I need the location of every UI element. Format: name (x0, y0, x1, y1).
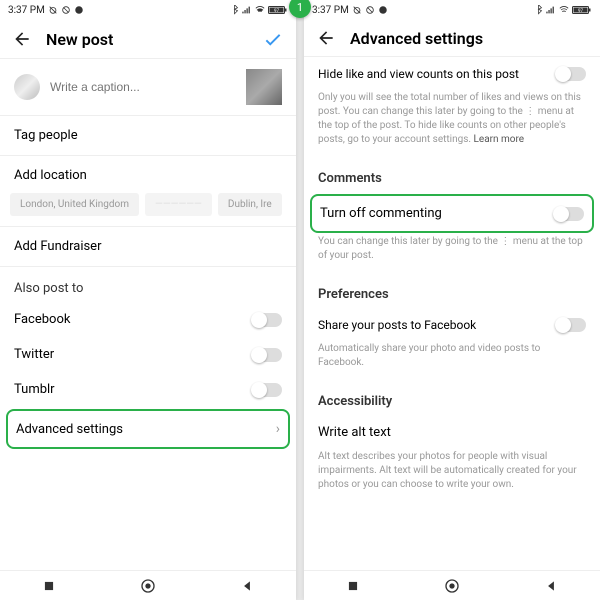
signal-icon (241, 5, 252, 15)
facebook-row: Facebook (0, 302, 296, 337)
tumblr-row: Tumblr (0, 372, 296, 407)
nav-back-icon[interactable] (240, 579, 254, 593)
nav-back-icon[interactable] (544, 579, 558, 593)
share-facebook-row: Share your posts to Facebook (304, 308, 600, 342)
page-title: New post (46, 30, 248, 49)
back-arrow-icon[interactable] (316, 28, 336, 48)
write-alt-text-row[interactable]: Write alt text (304, 415, 600, 450)
hide-counts-label: Hide like and view counts on this post (318, 67, 527, 81)
turn-off-commenting-row: Turn off commenting (310, 194, 594, 233)
status-bar: 3:37 PM 97 (0, 0, 296, 20)
tag-people-row[interactable]: Tag people (0, 116, 296, 156)
location-chip[interactable]: London, United Kingdom (10, 193, 139, 216)
post-thumbnail[interactable] (246, 69, 282, 105)
confirm-check-icon[interactable] (262, 28, 284, 50)
status-bar: 3:37 PM 97 (304, 0, 600, 20)
facebook-toggle[interactable] (252, 313, 282, 327)
page-title: Advanced settings (350, 29, 588, 48)
add-fundraiser-label: Add Fundraiser (14, 239, 101, 254)
phone-right: 3:37 PM 97 Advanced settings Hide like a… (304, 0, 600, 600)
hide-counts-toggle[interactable] (556, 67, 586, 81)
phone-left: 3:37 PM 97 New post Tag people (0, 0, 296, 600)
share-facebook-toggle[interactable] (556, 318, 586, 332)
spotify-icon (74, 5, 84, 15)
hide-counts-description: Only you will see the total number of li… (304, 91, 600, 157)
header: New post (0, 20, 296, 59)
caption-input[interactable] (50, 80, 236, 94)
dnd-icon (61, 5, 71, 15)
alarm-off-icon (48, 5, 58, 15)
add-location-label: Add location (14, 168, 87, 183)
tumblr-toggle[interactable] (252, 383, 282, 397)
advanced-settings-row[interactable]: Advanced settings › (6, 409, 290, 449)
share-facebook-description: Automatically share your photo and video… (304, 342, 600, 380)
comments-heading: Comments (304, 157, 600, 192)
chevron-right-icon: › (276, 421, 280, 437)
preferences-heading: Preferences (304, 273, 600, 308)
signal-icon (545, 5, 556, 15)
location-suggestions: London, United Kingdom —————— Dublin, Ir… (0, 187, 296, 227)
status-time: 3:37 PM (312, 5, 349, 16)
caption-row (0, 59, 296, 116)
spotify-icon (378, 5, 388, 15)
tumblr-label: Tumblr (14, 382, 55, 397)
tag-people-label: Tag people (14, 128, 78, 143)
nav-home-icon[interactable] (444, 578, 460, 594)
wifi-icon (558, 5, 570, 15)
battery-icon: 97 (268, 5, 288, 15)
nav-bar (0, 570, 296, 600)
add-fundraiser-row[interactable]: Add Fundraiser (0, 227, 296, 267)
nav-home-icon[interactable] (140, 578, 156, 594)
nav-recent-icon[interactable] (42, 579, 56, 593)
location-chip[interactable]: —————— (145, 193, 212, 216)
twitter-label: Twitter (14, 347, 54, 362)
add-location-row[interactable]: Add location (0, 156, 296, 187)
share-facebook-label: Share your posts to Facebook (318, 318, 476, 332)
location-chip[interactable]: Dublin, Ire (218, 193, 282, 216)
dnd-icon (365, 5, 375, 15)
nav-recent-icon[interactable] (346, 579, 360, 593)
turn-off-commenting-toggle[interactable] (554, 207, 584, 221)
twitter-toggle[interactable] (252, 348, 282, 362)
nav-bar (304, 570, 600, 600)
write-alt-text-label: Write alt text (318, 425, 391, 440)
back-arrow-icon[interactable] (12, 29, 32, 49)
bluetooth-icon (230, 5, 239, 15)
turn-off-commenting-label: Turn off commenting (320, 206, 442, 221)
facebook-label: Facebook (14, 312, 70, 327)
svg-text:97: 97 (578, 8, 584, 14)
hide-counts-row: Hide like and view counts on this post (304, 57, 600, 91)
advanced-settings-label: Advanced settings (16, 422, 123, 437)
alt-text-description: Alt text describes your photos for peopl… (304, 450, 600, 502)
avatar (14, 74, 40, 100)
svg-text:97: 97 (274, 8, 280, 14)
alarm-off-icon (352, 5, 362, 15)
learn-more-link[interactable]: Learn more (474, 134, 525, 145)
bluetooth-icon (534, 5, 543, 15)
twitter-row: Twitter (0, 337, 296, 372)
header: Advanced settings (304, 20, 600, 57)
battery-icon: 97 (572, 5, 592, 15)
status-time: 3:37 PM (8, 5, 45, 16)
turn-off-description: You can change this later by going to th… (304, 235, 600, 273)
wifi-icon (254, 5, 266, 15)
also-post-heading: Also post to (0, 267, 296, 302)
accessibility-heading: Accessibility (304, 380, 600, 415)
